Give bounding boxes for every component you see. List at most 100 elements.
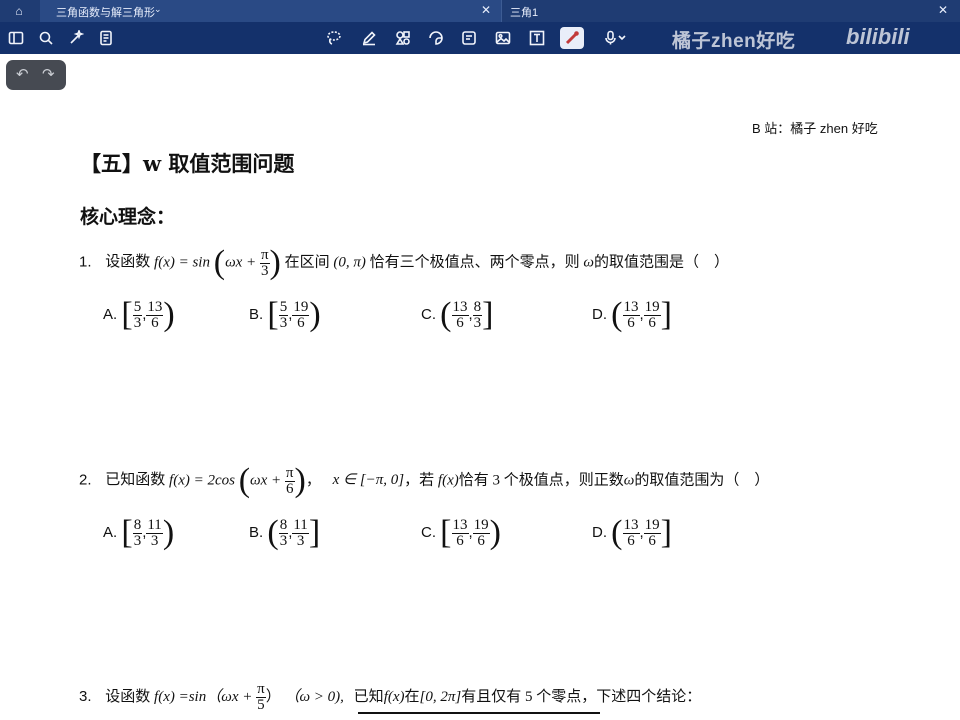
question-text: 有且仅有 5 个零点，下述四个结论： (461, 688, 702, 705)
question-2: 2. 已知函数 f(x) = 2cos (ωx + π 6)， x ∈ [−π, … (79, 464, 769, 498)
tab-other[interactable]: 三角1 ✕ (502, 0, 960, 22)
numerator: 8 (278, 516, 289, 534)
option-label: B. (249, 523, 264, 541)
paren: ( (213, 244, 226, 281)
numerator: 19 (643, 516, 661, 534)
sticker-icon[interactable] (426, 28, 446, 48)
bracket: ) (489, 514, 501, 551)
question-text: 恰有三个极值点、两个零点，则 (369, 254, 580, 271)
denominator: 3 (279, 314, 288, 331)
question-text: 设函数 (105, 688, 151, 705)
option-c[interactable]: C. [13 6, 19 6) (421, 516, 501, 550)
document-page[interactable]: B 站：橘子 zhen 好吃 【五】w 取值范围问题 核心理念： (0, 54, 960, 720)
question-number: 3. (79, 687, 92, 705)
pages-icon[interactable] (96, 28, 116, 48)
numerator: 13 (451, 516, 469, 534)
condition-expr: （ω > 0), (284, 688, 344, 705)
denominator: 6 (456, 314, 464, 331)
close-icon[interactable]: ✕ (481, 3, 491, 17)
close-icon[interactable]: ✕ (938, 3, 948, 17)
numerator: 19 (292, 298, 310, 316)
chevron-down-icon[interactable]: ⌄ (154, 4, 162, 15)
option-a[interactable]: A. [8 3, 11 3) (103, 516, 174, 550)
bracket: ( (611, 514, 623, 551)
option-label: D. (592, 523, 607, 541)
redo-icon[interactable]: ↷ (42, 65, 55, 83)
option-label: A. (103, 305, 118, 323)
option-label: C. (421, 523, 436, 541)
bracket: ] (660, 514, 672, 551)
paren: ) (294, 462, 306, 499)
option-b[interactable]: B. [5 3, 19 6) (249, 298, 321, 332)
question-number: 1. (79, 253, 92, 271)
bracket: ) (309, 296, 321, 333)
home-icon[interactable]: ⌂ (10, 3, 28, 19)
denominator: 3 (133, 532, 142, 549)
image-icon[interactable] (493, 28, 513, 48)
fraction: 83 (472, 299, 483, 331)
bilibili-logo: bilibili (846, 24, 910, 49)
mic-icon[interactable] (601, 28, 631, 48)
credit-text: B 站：橘子 zhen 好吃 (752, 121, 878, 136)
bracket: ( (267, 514, 279, 551)
numerator: 5 (278, 298, 289, 316)
denominator: 6 (151, 314, 159, 331)
bracket: ] (660, 296, 672, 333)
denominator: 5 (257, 697, 265, 713)
option-d[interactable]: D. (13 6, 19 6] (592, 516, 672, 550)
option-label: D. (592, 305, 607, 323)
denominator: 3 (150, 532, 159, 549)
option-c[interactable]: C. (13 6, 8 3] (421, 298, 494, 332)
fraction: 13 6 (146, 298, 164, 331)
option-b[interactable]: B. (8 3, 11 3] (249, 516, 320, 550)
question-number: 2. (79, 471, 92, 489)
tab-active-label: 三角函数与解三角形 (56, 7, 155, 19)
bracket: ] (482, 296, 494, 333)
domain-expr: x ∈ [−π, 0] (332, 472, 405, 489)
numerator: 19 (472, 516, 490, 534)
denominator: 3 (279, 532, 288, 549)
bracket: ) (162, 514, 175, 551)
bracket: ] (308, 514, 321, 551)
numerator: 13 (451, 298, 469, 316)
function-expr: f(x) (437, 472, 459, 489)
denominator: 3 (133, 314, 142, 331)
shapes-icon[interactable] (393, 28, 413, 48)
tab-active[interactable]: 三角函数与解三角形 ⌄ ✕ (40, 0, 502, 22)
bracket: ( (440, 296, 452, 333)
numerator: 8 (132, 516, 143, 534)
denominator: 3 (473, 314, 482, 331)
search-icon[interactable] (36, 28, 56, 48)
question-text: 已知 (353, 688, 384, 705)
question-1: 1. 设函数 f(x) = sin (ωx + π 3) 在区间 (0, π) 恰… (79, 246, 729, 280)
watermark-text: 橘子zhen好吃 (672, 31, 796, 52)
question-text: ，若 (404, 472, 435, 489)
denominator: 3 (296, 532, 305, 549)
inner-expr: （ωx + (206, 688, 257, 705)
paren: ( (238, 462, 251, 499)
fraction: 19 6 (472, 516, 490, 549)
fraction: 19 6 (292, 298, 310, 331)
function-expr: f(x) = 2cos (169, 472, 235, 489)
numerator: 13 (146, 298, 164, 316)
question-text: ， (305, 472, 321, 489)
pen-icon[interactable] (359, 28, 379, 48)
denominator: 6 (456, 532, 464, 549)
option-a[interactable]: A. [5 3, 13 6) (103, 298, 175, 332)
text-note-icon[interactable] (459, 28, 479, 48)
option-d[interactable]: D. (13 6, 19 6] (592, 298, 672, 332)
question-text: 已知函数 (105, 472, 166, 489)
question-text: 设函数 (105, 254, 151, 271)
denominator: 6 (285, 480, 294, 497)
denominator: 6 (627, 314, 635, 331)
sidebar-icon[interactable] (6, 28, 26, 48)
option-label: A. (103, 523, 118, 541)
magic-icon[interactable] (66, 28, 86, 48)
denominator: 6 (297, 314, 305, 331)
undo-icon[interactable]: ↶ (16, 65, 29, 83)
textbox-icon[interactable] (527, 28, 547, 48)
omega-symbol: ω (623, 472, 635, 489)
laser-pointer-icon[interactable] (560, 27, 584, 49)
lasso-icon[interactable] (324, 28, 344, 48)
paren: ) (269, 244, 281, 281)
